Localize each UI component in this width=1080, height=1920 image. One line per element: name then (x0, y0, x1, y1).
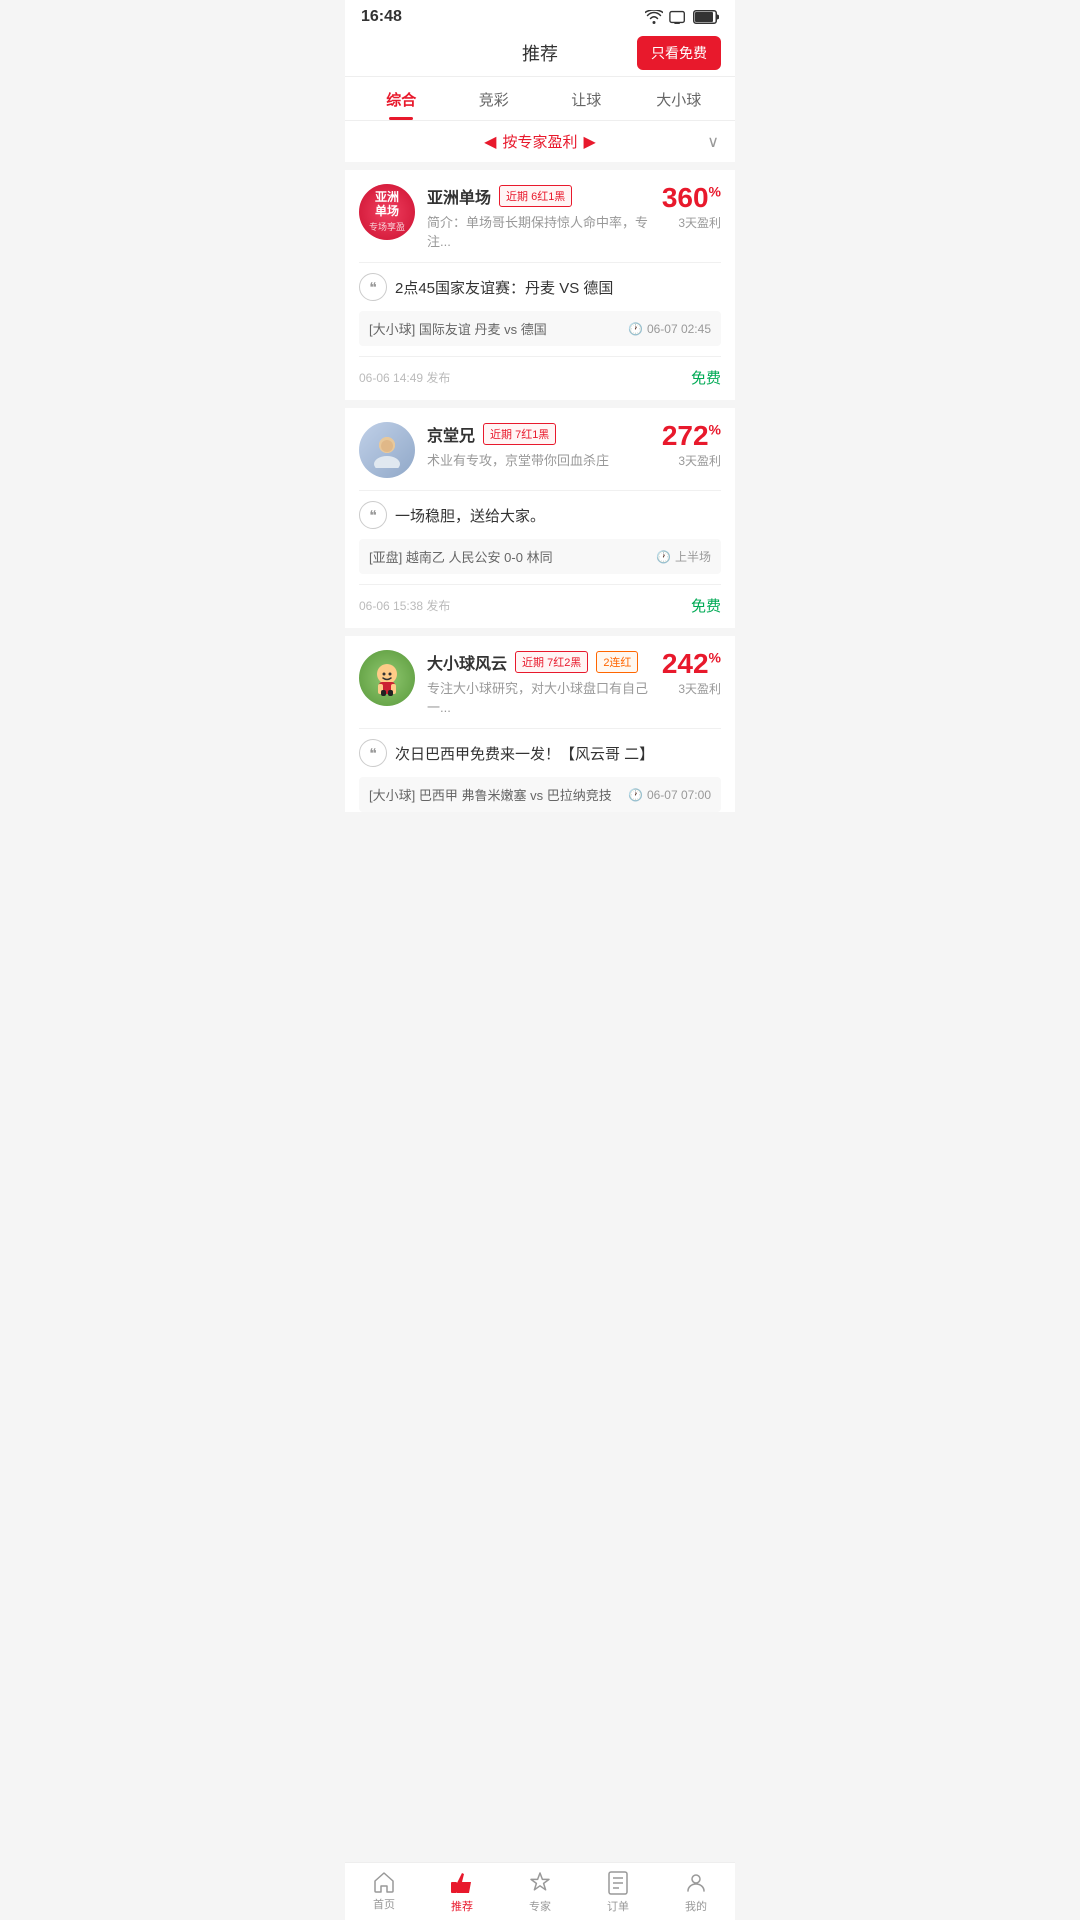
publish-time: 06-06 15:38 发布 (359, 597, 450, 614)
status-bar: 16:48 (345, 0, 735, 30)
sort-next-button[interactable]: ▶ (584, 132, 596, 152)
expert-badge: 近期 7红1黑 (483, 423, 556, 445)
publish-time: 06-06 14:49 发布 (359, 369, 450, 386)
nav-mine-label: 我的 (685, 1898, 707, 1914)
free-label: 免费 (691, 595, 721, 616)
nav-home[interactable]: 首页 (345, 1863, 423, 1920)
card-big-small-cloud: 大小球风云 近期 7红2黑 2连红 专注大小球研究，对大小球盘口有自己一... … (345, 636, 735, 812)
sort-bar: ◀ 按专家盈利 ▶ ∨ (345, 121, 735, 162)
match-info-row: [大小球] 国际友谊 丹麦 vs 德国 🕐 06-07 02:45 (359, 311, 721, 346)
profit-number: 360% (662, 184, 721, 212)
expert-badge-2: 2连红 (596, 651, 638, 673)
nav-expert-label: 专家 (529, 1898, 551, 1914)
category-tabs: 综合 竞彩 让球 大小球 (345, 77, 735, 121)
profit-label: 3天盈利 (662, 680, 721, 697)
match-time: 🕐 06-07 07:00 (628, 788, 711, 802)
sort-expand-icon[interactable]: ∨ (707, 132, 719, 152)
match-details: [亚盘] 越南乙 人民公安 0-0 林同 (369, 547, 553, 566)
match-title-row: ❝ 一场稳胆，送给大家。 (359, 490, 721, 539)
match-info-row: [亚盘] 越南乙 人民公安 0-0 林同 🕐 上半场 (359, 539, 721, 574)
expert-info: 大小球风云 近期 7红2黑 2连红 专注大小球研究，对大小球盘口有自己一... (427, 650, 650, 716)
avatar (359, 650, 415, 706)
order-icon (607, 1871, 629, 1895)
tab-lottery[interactable]: 竞彩 (448, 77, 541, 120)
tab-goal[interactable]: 大小球 (633, 77, 726, 120)
nav-home-label: 首页 (373, 1896, 395, 1912)
expert-desc: 简介：单场哥长期保持惊人命中率，专注... (427, 215, 648, 249)
card-jingdang: 京堂兄 近期 7红1黑 术业有专攻，京堂带你回血杀庄 272% 3天盈利 ❝ 一… (345, 408, 735, 628)
card-footer: 06-06 15:38 发布 免费 (359, 584, 721, 628)
match-time: 🕐 06-07 02:45 (628, 322, 711, 336)
nav-order-label: 订单 (607, 1898, 629, 1914)
match-title: 一场稳胆，送给大家。 (395, 505, 545, 526)
quote-icon: ❝ (359, 273, 387, 301)
expert-header: 京堂兄 近期 7红1黑 术业有专攻，京堂带你回血杀庄 272% 3天盈利 (359, 422, 721, 478)
battery-icon (693, 10, 719, 24)
expert-header: 大小球风云 近期 7红2黑 2连红 专注大小球研究，对大小球盘口有自己一... … (359, 650, 721, 716)
avatar: 亚洲单场 专场享盈 (359, 184, 415, 240)
page-title: 推荐 (522, 40, 558, 66)
person-avatar-svg (369, 432, 405, 468)
expert-info: 京堂兄 近期 7红1黑 术业有专攻，京堂带你回血杀庄 (427, 422, 650, 469)
profile-icon (684, 1871, 708, 1895)
expert-desc: 术业有专攻，京堂带你回血杀庄 (427, 453, 609, 468)
nav-order[interactable]: 订单 (579, 1863, 657, 1920)
home-icon (372, 1871, 396, 1893)
cartoon-avatar-svg (367, 658, 407, 698)
expert-header: 亚洲单场 专场享盈 亚洲单场 近期 6红1黑 简介：单场哥长期保持惊人命中率，专… (359, 184, 721, 250)
expert-desc: 专注大小球研究，对大小球盘口有自己一... (427, 681, 648, 715)
quote-icon: ❝ (359, 739, 387, 767)
match-time: 🕐 上半场 (656, 548, 711, 565)
expert-name: 京堂兄 (427, 422, 475, 446)
sort-prev-button[interactable]: ◀ (484, 132, 496, 152)
expert-name: 亚洲单场 (427, 184, 491, 208)
quote-icon: ❝ (359, 501, 387, 529)
match-title: 次日巴西甲免费来一发！【风云哥 二】 (395, 743, 654, 764)
nav-expert[interactable]: 专家 (501, 1863, 579, 1920)
avatar (359, 422, 415, 478)
nav-mine[interactable]: 我的 (657, 1863, 735, 1920)
expert-profit: 360% 3天盈利 (662, 184, 721, 231)
expert-icon (528, 1871, 552, 1895)
tab-synthesis[interactable]: 综合 (355, 77, 448, 120)
status-icons (645, 10, 719, 24)
match-title-row: ❝ 2点45国家友谊赛：丹麦 VS 德国 (359, 262, 721, 311)
wifi-icon (645, 10, 663, 24)
sort-label-text: 按专家盈利 (502, 131, 577, 152)
status-time: 16:48 (361, 8, 402, 26)
card-footer: 06-06 14:49 发布 免费 (359, 356, 721, 400)
match-details: [大小球] 国际友谊 丹麦 vs 德国 (369, 319, 547, 338)
match-title-row: ❝ 次日巴西甲免费来一发！【风云哥 二】 (359, 728, 721, 777)
profit-label: 3天盈利 (662, 214, 721, 231)
card-asia-single: 亚洲单场 专场享盈 亚洲单场 近期 6红1黑 简介：单场哥长期保持惊人命中率，专… (345, 170, 735, 400)
expert-badge-1: 近期 7红2黑 (515, 651, 588, 673)
screen-icon (669, 10, 687, 24)
profit-number: 272% (662, 422, 721, 450)
profit-label: 3天盈利 (662, 452, 721, 469)
expert-badge: 近期 6红1黑 (499, 185, 572, 207)
app-header: 推荐 只看免费 (345, 30, 735, 77)
bottom-nav: 首页 推荐 专家 订单 我的 (345, 1862, 735, 1920)
expert-profit: 242% 3天盈利 (662, 650, 721, 697)
profit-number: 242% (662, 650, 721, 678)
nav-recommend-label: 推荐 (451, 1898, 473, 1914)
sort-controls: ◀ 按专家盈利 ▶ (484, 131, 596, 152)
thumbs-up-icon (449, 1871, 475, 1895)
match-title: 2点45国家友谊赛：丹麦 VS 德国 (395, 277, 613, 298)
match-details: [大小球] 巴西甲 弗鲁米嫩塞 vs 巴拉纳竞技 (369, 785, 612, 804)
tab-handicap[interactable]: 让球 (540, 77, 633, 120)
match-info-row: [大小球] 巴西甲 弗鲁米嫩塞 vs 巴拉纳竞技 🕐 06-07 07:00 (359, 777, 721, 812)
filter-free-button[interactable]: 只看免费 (637, 36, 721, 70)
expert-info: 亚洲单场 近期 6红1黑 简介：单场哥长期保持惊人命中率，专注... (427, 184, 650, 250)
expert-profit: 272% 3天盈利 (662, 422, 721, 469)
expert-name: 大小球风云 (427, 650, 507, 674)
free-label: 免费 (691, 367, 721, 388)
nav-recommend[interactable]: 推荐 (423, 1863, 501, 1920)
